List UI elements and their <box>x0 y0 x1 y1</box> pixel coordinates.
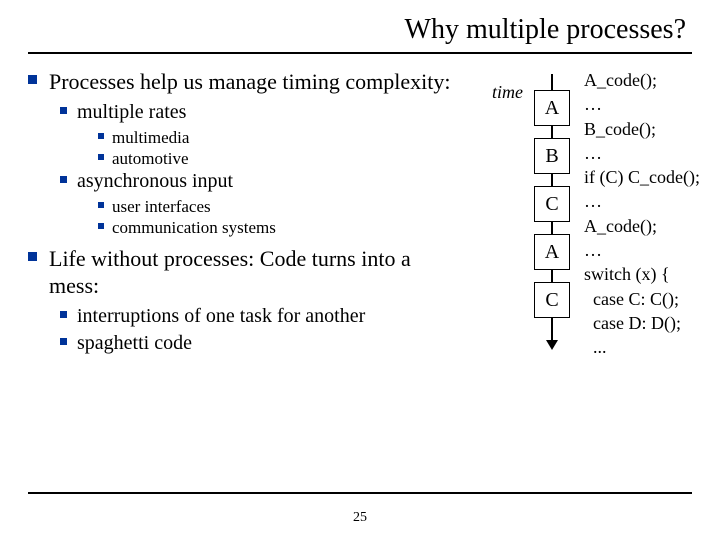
bullet-text: Processes help us manage timing complexi… <box>49 68 450 96</box>
timeline-cell-label: B <box>545 145 558 168</box>
bottom-rule <box>28 492 692 494</box>
bullet-text: asynchronous input <box>77 169 233 194</box>
timeline-cell-label: A <box>545 97 559 120</box>
bullet-icon <box>28 252 37 261</box>
timeline-cell-label: A <box>545 241 559 264</box>
bullet-1a: multiple rates <box>60 100 466 125</box>
bullet-text: interruptions of one task for another <box>77 304 365 329</box>
timeline-cell: B <box>534 138 570 174</box>
timeline-cell: A <box>534 234 570 270</box>
title-wrap: Why multiple processes? <box>28 14 692 46</box>
bullet-1b1: user interfaces <box>98 196 466 217</box>
time-label: time <box>492 82 523 103</box>
bullet-icon <box>28 75 37 84</box>
code-listing: A_code(); … B_code(); … if (C) C_code();… <box>584 68 700 360</box>
page-number: 25 <box>0 510 720 526</box>
timeline-cell-label: C <box>545 193 558 216</box>
bullet-text: communication systems <box>112 217 276 238</box>
top-rule <box>28 52 692 54</box>
timeline-cell: A <box>534 90 570 126</box>
bullet-icon <box>98 223 104 229</box>
bullet-icon <box>98 202 104 208</box>
timeline-arrow-head-icon <box>546 340 558 350</box>
slide-body: Processes help us manage timing complexi… <box>28 68 692 358</box>
bullet-text: Life without processes: Code turns into … <box>49 245 466 300</box>
bullet-icon <box>60 311 67 318</box>
bullet-text: multimedia <box>112 127 189 148</box>
timeline-cell-label: C <box>545 289 558 312</box>
bullet-2a: interruptions of one task for another <box>60 304 466 329</box>
timeline-cell: C <box>534 282 570 318</box>
left-column: Processes help us manage timing complexi… <box>28 68 474 358</box>
bullet-1b2: communication systems <box>98 217 466 238</box>
bullet-2b: spaghetti code <box>60 331 466 356</box>
bullet-1a2: automotive <box>98 148 466 169</box>
bullet-icon <box>98 133 104 139</box>
slide-title: Why multiple processes? <box>28 14 686 46</box>
bullet-1b: asynchronous input <box>60 169 466 194</box>
slide: Why multiple processes? Processes help u… <box>0 0 720 540</box>
bullet-text: spaghetti code <box>77 331 192 356</box>
bullet-icon <box>60 338 67 345</box>
bullet-icon <box>98 154 104 160</box>
bullet-text: multiple rates <box>77 100 186 125</box>
bullet-1a1: multimedia <box>98 127 466 148</box>
bullet-1: Processes help us manage timing complexi… <box>28 68 466 96</box>
bullet-text: user interfaces <box>112 196 211 217</box>
bullet-text: automotive <box>112 148 188 169</box>
right-column: time A B C A C A_code(); … B_code(); … i… <box>474 68 692 330</box>
timeline-cell: C <box>534 186 570 222</box>
bullet-icon <box>60 176 67 183</box>
bullet-2: Life without processes: Code turns into … <box>28 245 466 300</box>
bullet-icon <box>60 107 67 114</box>
